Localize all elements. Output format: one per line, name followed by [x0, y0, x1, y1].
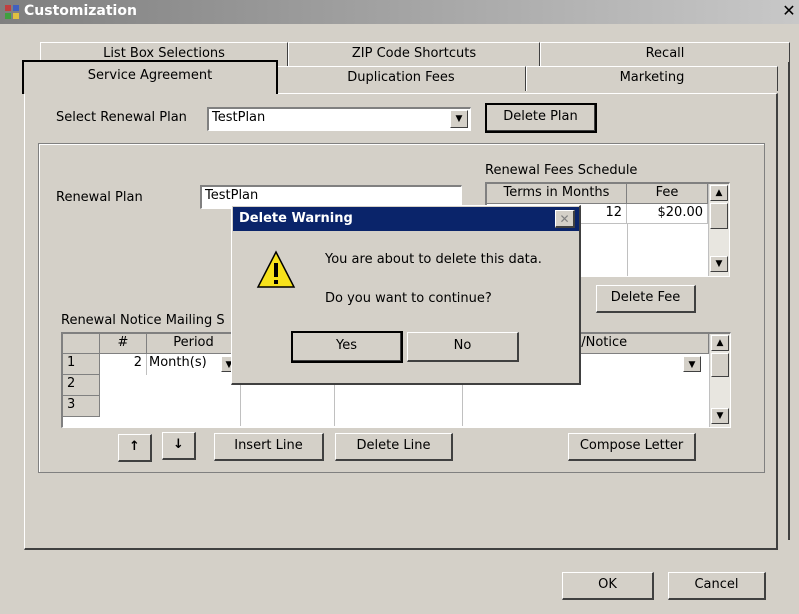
scroll-up-icon[interactable]: ▲: [710, 185, 728, 201]
delete-warning-dialog: Delete Warning ✕ You are about to delete…: [231, 205, 581, 385]
row-header-1[interactable]: 1: [63, 354, 100, 375]
tab-duplication-fees[interactable]: Duplication Fees: [276, 66, 526, 91]
dialog-close-icon[interactable]: ✕: [555, 210, 575, 228]
notice-cell-period[interactable]: Month(s) ▼: [147, 354, 241, 426]
frame-edge: [786, 62, 790, 540]
select-plan-dropdown[interactable]: TestPlan ▼: [207, 107, 471, 131]
move-up-button[interactable]: ↑: [118, 434, 152, 462]
notice-dropdown-icon[interactable]: ▼: [683, 356, 701, 372]
title-bar: Customization ✕: [0, 0, 799, 24]
delete-fee-button[interactable]: Delete Fee: [596, 285, 696, 313]
notice-header-period[interactable]: Period: [147, 334, 241, 354]
scroll-thumb[interactable]: [710, 203, 728, 229]
close-icon[interactable]: ✕: [780, 2, 798, 20]
compose-letter-button[interactable]: Compose Letter: [568, 433, 696, 461]
arrow-up-icon: ↑: [129, 439, 140, 454]
notice-header-number[interactable]: #: [100, 334, 147, 354]
renewal-plan-label: Renewal Plan: [56, 190, 143, 205]
dialog-message-line2: Do you want to continue?: [325, 291, 492, 306]
scroll-down-icon[interactable]: ▼: [710, 256, 728, 272]
ok-button[interactable]: OK: [562, 572, 654, 600]
scroll-up-icon[interactable]: ▲: [711, 335, 729, 351]
move-down-button[interactable]: ↓: [162, 432, 196, 460]
fees-header-terms[interactable]: Terms in Months: [487, 184, 627, 204]
fees-scrollbar[interactable]: ▲ ▼: [708, 184, 729, 276]
cancel-button[interactable]: Cancel: [668, 572, 766, 600]
delete-line-button[interactable]: Delete Line: [335, 433, 453, 461]
dialog-title-bar: Delete Warning ✕: [233, 207, 579, 231]
delete-plan-button[interactable]: Delete Plan: [485, 103, 597, 133]
tab-recall[interactable]: Recall: [540, 42, 790, 66]
tab-marketing[interactable]: Marketing: [526, 66, 778, 91]
fees-schedule-title: Renewal Fees Schedule: [485, 163, 638, 178]
yes-button[interactable]: Yes: [291, 331, 403, 363]
notice-header-corner: [63, 334, 100, 354]
dialog-message-line1: You are about to delete this data.: [325, 252, 542, 267]
insert-line-button[interactable]: Insert Line: [214, 433, 324, 461]
dropdown-arrow-icon[interactable]: ▼: [450, 110, 468, 128]
scroll-down-icon[interactable]: ▼: [711, 408, 729, 424]
window-title: Customization: [24, 3, 137, 19]
tab-zip-code-shortcuts[interactable]: ZIP Code Shortcuts: [288, 42, 540, 66]
row-header-3[interactable]: 3: [63, 396, 100, 417]
notice-cell-number[interactable]: 2: [100, 354, 147, 375]
notice-schedule-title: Renewal Notice Mailing S: [61, 313, 225, 328]
select-plan-label: Select Renewal Plan: [56, 110, 187, 125]
warning-icon: [256, 250, 296, 288]
row-header-2[interactable]: 2: [63, 375, 100, 396]
app-icon: [5, 5, 19, 19]
arrow-down-icon: ↓: [173, 437, 184, 452]
fees-header-fee[interactable]: Fee: [627, 184, 708, 204]
scroll-thumb[interactable]: [711, 353, 729, 377]
fees-cell-fee[interactable]: $20.00: [627, 204, 708, 224]
notice-scrollbar[interactable]: ▲ ▼: [709, 334, 730, 427]
dialog-title: Delete Warning: [239, 211, 353, 226]
tab-service-agreement[interactable]: Service Agreement: [22, 60, 278, 94]
no-button[interactable]: No: [407, 332, 519, 362]
